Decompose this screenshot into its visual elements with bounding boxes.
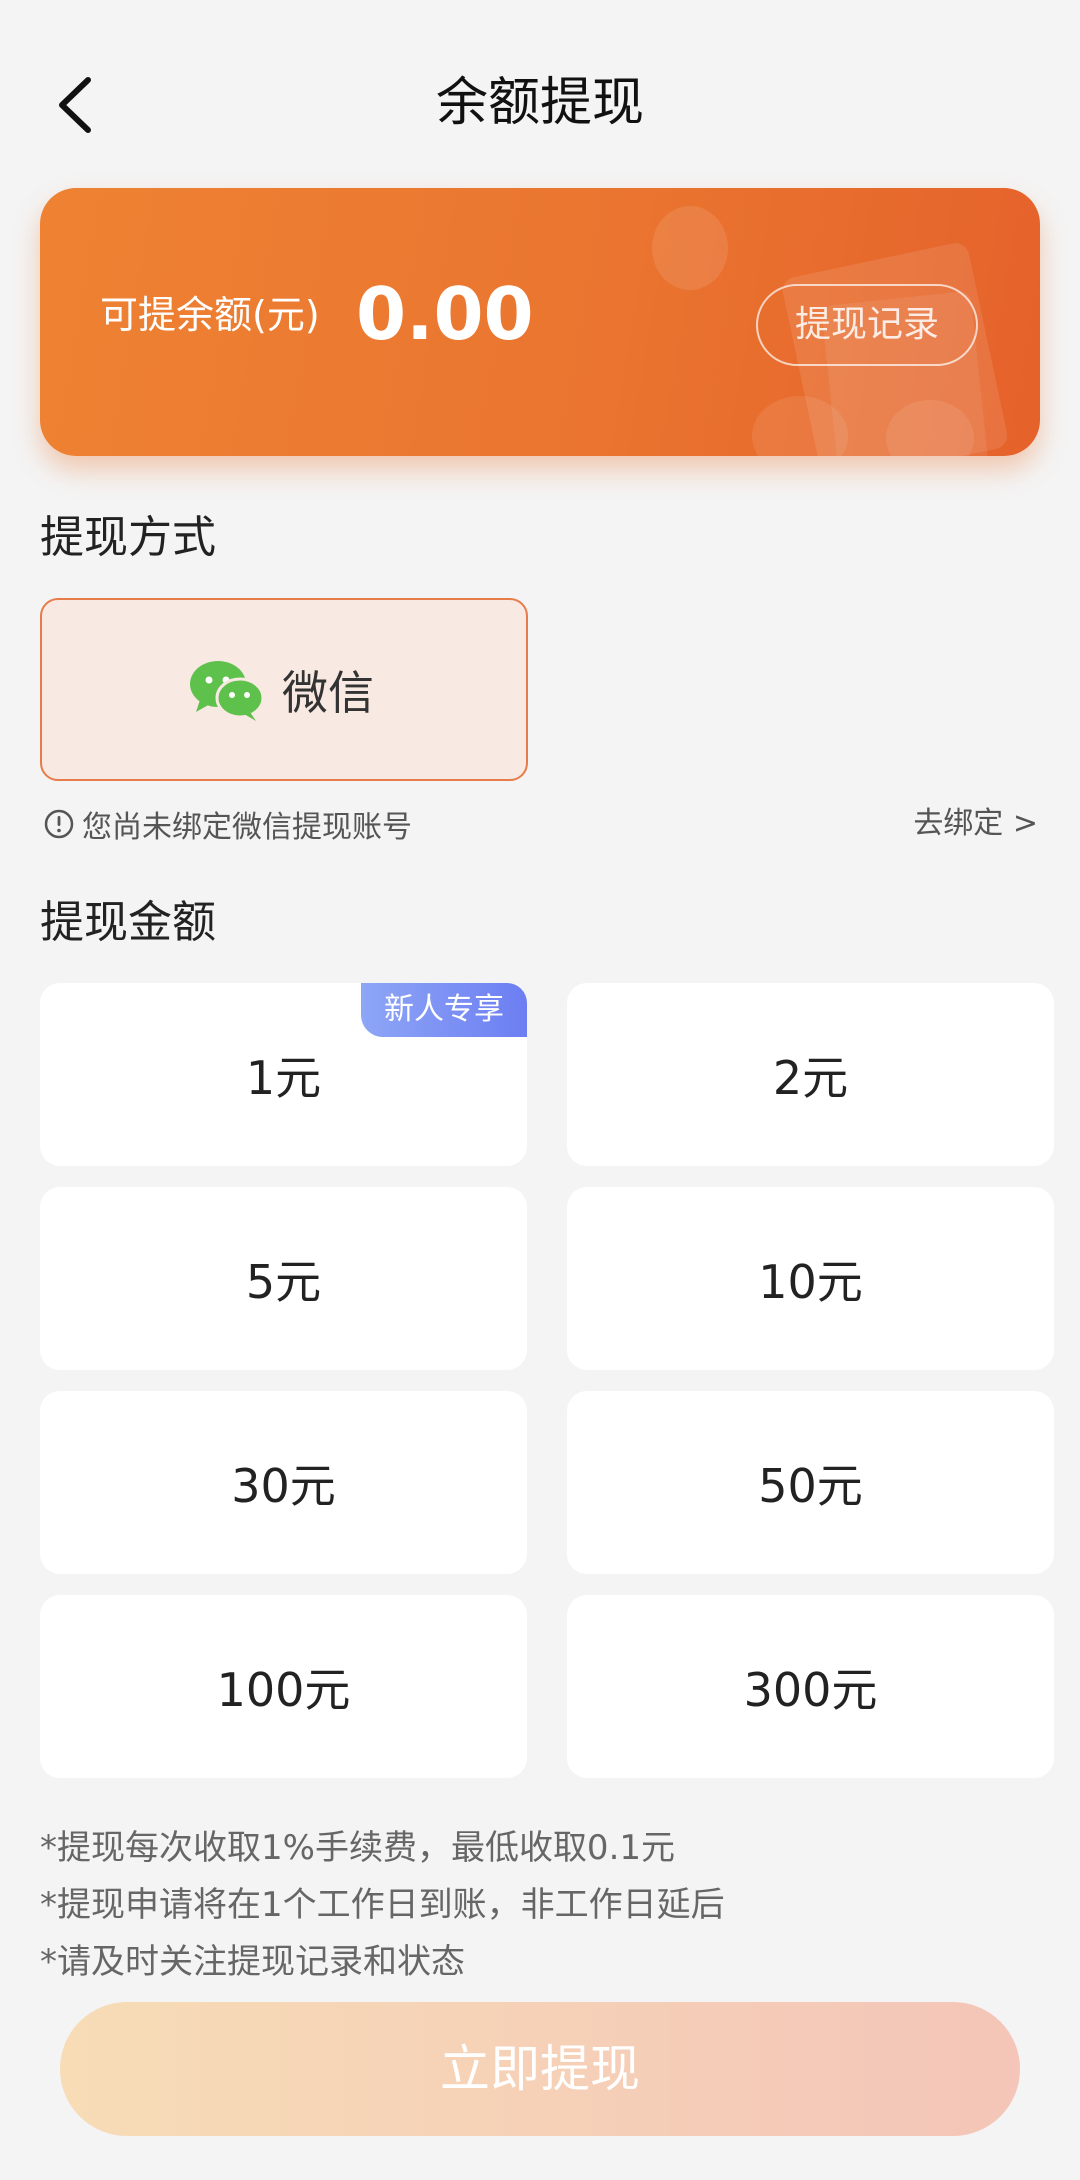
note-line: *提现申请将在1个工作日到账，非工作日延后	[40, 1885, 725, 1925]
amount-option-label: 100元	[216, 1662, 351, 1717]
withdraw-now-button[interactable]: 立即提现	[60, 2002, 1020, 2136]
note-line: *提现每次收取1%手续费，最低收取0.1元	[40, 1828, 676, 1868]
bind-hint: 您尚未绑定微信提现账号	[44, 802, 412, 846]
withdraw-amount-title: 提现金额	[40, 897, 216, 948]
withdraw-record-button[interactable]: 提现记录	[756, 284, 978, 366]
balance-label: 可提余额(元)	[100, 293, 320, 337]
bind-hint-text: 您尚未绑定微信提现账号	[82, 810, 412, 845]
page-title: 余额提现	[435, 73, 644, 133]
amount-option-label: 300元	[743, 1662, 878, 1717]
amount-option-300[interactable]: 300元	[567, 1595, 1054, 1778]
header: 余额提现	[0, 0, 1080, 205]
new-user-badge: 新人专享	[361, 983, 527, 1037]
amount-option-10[interactable]: 10元	[567, 1187, 1054, 1370]
amount-option-50[interactable]: 50元	[567, 1391, 1054, 1574]
amount-option-100[interactable]: 100元	[40, 1595, 527, 1778]
amount-option-label: 30元	[231, 1458, 336, 1513]
wechat-method-option[interactable]: 微信	[40, 598, 528, 781]
balance-card: 可提余额(元) 0.00 提现记录	[40, 188, 1040, 456]
note-line: *请及时关注提现记录和状态	[40, 1942, 465, 1982]
amount-option-5[interactable]: 5元	[40, 1187, 527, 1370]
amount-option-label: 5元	[245, 1254, 322, 1309]
amount-option-label: 50元	[758, 1458, 863, 1513]
wechat-icon	[190, 661, 264, 721]
amount-option-2[interactable]: 2元	[567, 983, 1054, 1166]
wechat-label: 微信	[282, 666, 374, 720]
amount-option-30[interactable]: 30元	[40, 1391, 527, 1574]
amount-option-label: 10元	[758, 1254, 863, 1309]
bind-wechat-link[interactable]: 去绑定 >	[913, 802, 1038, 846]
info-icon	[44, 809, 74, 839]
amount-option-1[interactable]: 1元 新人专享	[40, 983, 527, 1166]
balance-value: 0.00	[356, 272, 534, 356]
amount-option-label: 2元	[772, 1050, 849, 1105]
withdraw-method-title: 提现方式	[40, 512, 216, 563]
amount-option-label: 1元	[245, 1050, 322, 1105]
withdraw-notes: *提现每次收取1%手续费，最低收取0.1元 *提现申请将在1个工作日到账，非工作…	[40, 1820, 725, 1991]
